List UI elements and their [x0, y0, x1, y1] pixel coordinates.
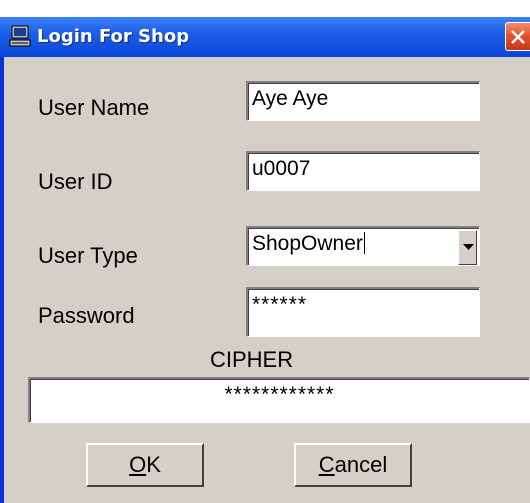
user-name-label: User Name	[38, 95, 150, 120]
computer-icon	[9, 25, 31, 47]
password-field[interactable]: ******	[246, 287, 480, 337]
dropdown-button[interactable]	[458, 230, 477, 265]
user-id-field[interactable]: u0007	[246, 151, 480, 191]
cipher-field[interactable]: ************	[28, 377, 530, 423]
background-strip	[0, 0, 530, 16]
login-window: Login For Shop User Name Aye Aye User ID…	[0, 17, 530, 503]
ok-label: K	[146, 452, 161, 477]
close-button[interactable]	[505, 22, 530, 51]
cancel-label: ancel	[334, 452, 388, 477]
dialog-body: User Name Aye Aye User ID u0007 User Typ…	[4, 57, 530, 503]
cancel-mnemonic: C	[318, 452, 335, 477]
window-title: Login For Shop	[37, 26, 190, 47]
user-name-field[interactable]: Aye Aye	[246, 81, 480, 121]
cancel-button[interactable]: Cancel	[294, 443, 412, 487]
close-icon	[511, 30, 525, 44]
chevron-down-icon	[463, 244, 474, 250]
title-bar[interactable]: Login For Shop	[0, 17, 530, 57]
ok-button[interactable]: OK	[86, 443, 204, 487]
ok-mnemonic: O	[129, 452, 147, 477]
user-id-label: User ID	[38, 169, 113, 194]
text-cursor	[363, 232, 365, 254]
user-type-value: ShopOwner	[252, 232, 363, 255]
user-type-select[interactable]: ShopOwner	[246, 226, 480, 266]
user-type-label: User Type	[38, 243, 138, 268]
password-label: Password	[38, 303, 135, 328]
cipher-label: CIPHER	[210, 347, 294, 372]
